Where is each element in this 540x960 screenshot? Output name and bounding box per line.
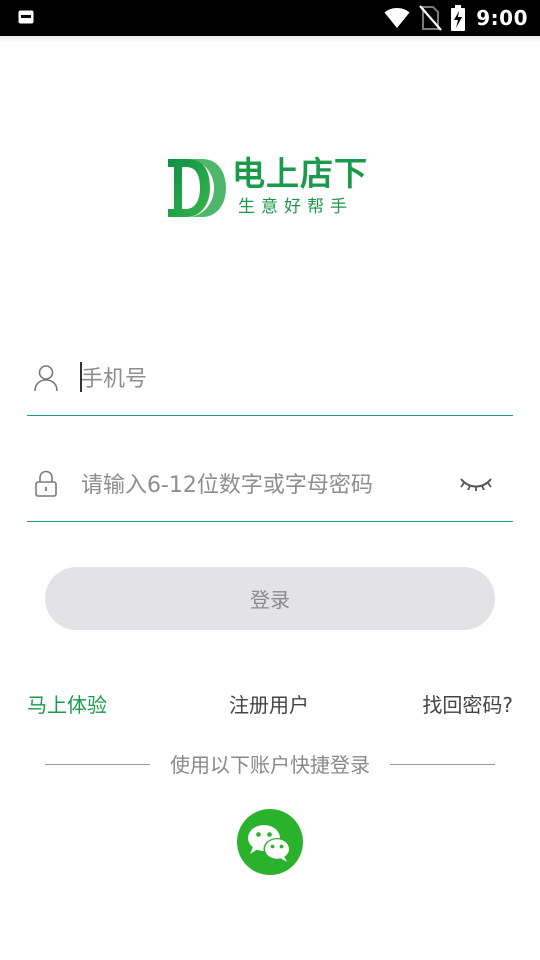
phone-field [27, 355, 513, 416]
try-now-link[interactable]: 马上体验 [27, 690, 107, 720]
phone-input[interactable] [81, 359, 441, 399]
text-cursor [80, 362, 82, 392]
wechat-login-button[interactable] [237, 809, 303, 875]
password-field [27, 461, 513, 522]
forgot-password-link[interactable]: 找回密码? [422, 690, 513, 720]
password-input[interactable] [81, 465, 421, 505]
wechat-icon [248, 825, 291, 862]
divider-line-right [390, 764, 495, 765]
notification-icon [18, 10, 34, 24]
quick-login-label: 使用以下账户快捷登录 [170, 753, 370, 777]
lock-icon [35, 470, 57, 497]
app-logo: 电上店下 生意好帮手 [166, 153, 376, 221]
status-icons: 9:00 [384, 0, 528, 36]
no-sim-icon [419, 5, 443, 31]
logo-dd-mark [168, 159, 226, 217]
login-button[interactable]: 登录 [45, 567, 495, 630]
battery-charging-icon [451, 5, 466, 31]
logo-slogan: 生意好帮手 [238, 197, 353, 217]
status-bar-shadow [0, 36, 540, 42]
eye-closed-icon[interactable] [459, 475, 493, 493]
quick-login-divider: 使用以下账户快捷登录 [45, 750, 495, 780]
register-link[interactable]: 注册用户 [229, 690, 309, 720]
user-icon [34, 365, 58, 392]
logo-title: 电上店下 [232, 154, 368, 193]
status-time: 9:00 [476, 6, 528, 30]
wifi-icon [384, 8, 410, 28]
status-bar: 9:00 [0, 0, 540, 36]
